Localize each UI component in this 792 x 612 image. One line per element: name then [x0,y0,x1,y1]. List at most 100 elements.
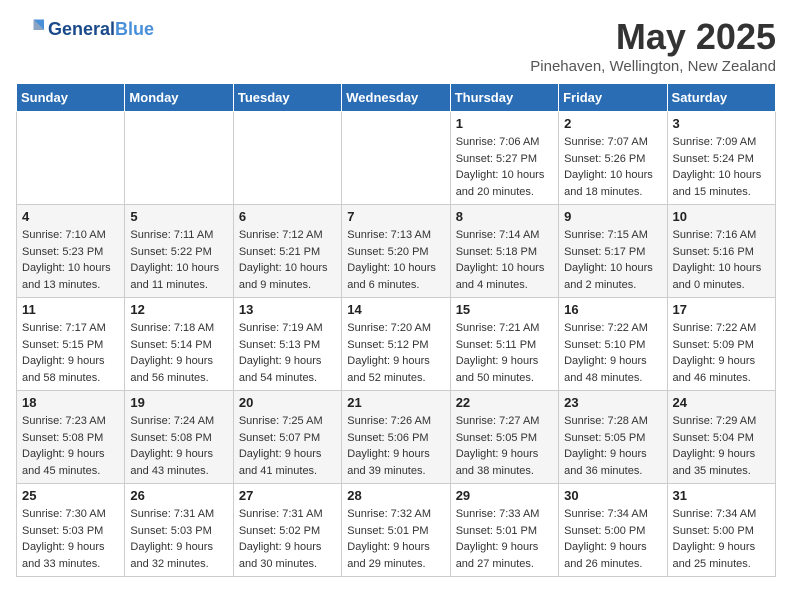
day-number: 7 [347,209,444,224]
day-number: 6 [239,209,336,224]
day-info: Sunrise: 7:19 AMSunset: 5:13 PMDaylight:… [239,320,336,386]
calendar-cell: 5Sunrise: 7:11 AMSunset: 5:22 PMDaylight… [125,205,233,298]
calendar-cell: 16 Sunrise: 7:22 AMSunset: 5:10 PMDayligh… [559,298,667,391]
title-block: May 2025 Pinehaven, Wellington, New Zeal… [530,16,776,75]
day-info: Sunrise: 7:34 AMSunset: 5:00 PMDaylight:… [564,506,661,572]
calendar-cell: 18 Sunrise: 7:23 AMSunset: 5:08 PMDayligh… [17,391,125,484]
page-header: GeneralBlue May 2025 Pinehaven, Wellingt… [16,16,776,75]
day-info: Sunrise: 7:14 AMSunset: 5:18 PMDaylight:… [456,227,553,293]
calendar: SundayMondayTuesdayWednesdayThursdayFrid… [16,83,776,577]
day-info: Sunrise: 7:23 AMSunset: 5:08 PMDaylight:… [22,413,119,479]
calendar-cell: 1 Sunrise: 7:06 AMSunset: 5:27 PMDaylight… [450,112,558,205]
calendar-cell: 24 Sunrise: 7:29 AMSunset: 5:04 PMDayligh… [667,391,775,484]
day-info: Sunrise: 7:06 AMSunset: 5:27 PMDaylight:… [456,134,553,200]
weekday-header-saturday: Saturday [667,84,775,112]
day-number: 19 [130,395,227,410]
day-info: Sunrise: 7:26 AMSunset: 5:06 PMDaylight:… [347,413,444,479]
calendar-cell [342,112,450,205]
day-info: Sunrise: 7:31 AMSunset: 5:02 PMDaylight:… [239,506,336,572]
day-info: Sunrise: 7:28 AMSunset: 5:05 PMDaylight:… [564,413,661,479]
weekday-header-thursday: Thursday [450,84,558,112]
day-number: 20 [239,395,336,410]
day-number: 16 [564,302,661,317]
calendar-cell: 10 Sunrise: 7:16 AMSunset: 5:16 PMDayligh… [667,205,775,298]
logo-text: GeneralBlue [48,20,154,40]
day-number: 28 [347,488,444,503]
day-info: Sunrise: 7:29 AMSunset: 5:04 PMDaylight:… [673,413,770,479]
calendar-cell: 7 Sunrise: 7:13 AMSunset: 5:20 PMDaylight… [342,205,450,298]
day-info: Sunrise: 7:16 AMSunset: 5:16 PMDaylight:… [673,227,770,293]
day-info: Sunrise: 7:17 AMSunset: 5:15 PMDaylight:… [22,320,119,386]
day-number: 21 [347,395,444,410]
calendar-cell: 20 Sunrise: 7:25 AMSunset: 5:07 PMDayligh… [233,391,341,484]
day-info: Sunrise: 7:31 AMSunset: 5:03 PMDaylight:… [130,506,227,572]
day-number: 13 [239,302,336,317]
day-info: Sunrise: 7:22 AMSunset: 5:10 PMDaylight:… [564,320,661,386]
calendar-cell: 12 Sunrise: 7:18 AMSunset: 5:14 PMDayligh… [125,298,233,391]
calendar-cell: 13 Sunrise: 7:19 AMSunset: 5:13 PMDayligh… [233,298,341,391]
day-number: 9 [564,209,661,224]
calendar-cell [125,112,233,205]
calendar-cell: 30 Sunrise: 7:34 AMSunset: 5:00 PMDayligh… [559,484,667,577]
weekday-header-wednesday: Wednesday [342,84,450,112]
day-number: 24 [673,395,770,410]
day-info: Sunrise: 7:18 AMSunset: 5:14 PMDaylight:… [130,320,227,386]
calendar-cell: 23 Sunrise: 7:28 AMSunset: 5:05 PMDayligh… [559,391,667,484]
day-info: Sunrise: 7:09 AMSunset: 5:24 PMDaylight:… [673,134,770,200]
weekday-header-friday: Friday [559,84,667,112]
day-number: 29 [456,488,553,503]
day-info: Sunrise: 7:32 AMSunset: 5:01 PMDaylight:… [347,506,444,572]
calendar-cell: 11 Sunrise: 7:17 AMSunset: 5:15 PMDayligh… [17,298,125,391]
calendar-cell: 14 Sunrise: 7:20 AMSunset: 5:12 PMDayligh… [342,298,450,391]
day-number: 10 [673,209,770,224]
day-number: 18 [22,395,119,410]
day-number: 30 [564,488,661,503]
day-number: 22 [456,395,553,410]
calendar-cell: 19Sunrise: 7:24 AMSunset: 5:08 PMDayligh… [125,391,233,484]
weekday-header-tuesday: Tuesday [233,84,341,112]
calendar-cell: 28 Sunrise: 7:32 AMSunset: 5:01 PMDayligh… [342,484,450,577]
calendar-cell: 26 Sunrise: 7:31 AMSunset: 5:03 PMDayligh… [125,484,233,577]
calendar-cell: 4 Sunrise: 7:10 AMSunset: 5:23 PMDaylight… [17,205,125,298]
day-number: 12 [130,302,227,317]
calendar-cell: 3Sunrise: 7:09 AMSunset: 5:24 PMDaylight… [667,112,775,205]
day-info: Sunrise: 7:33 AMSunset: 5:01 PMDaylight:… [456,506,553,572]
day-number: 11 [22,302,119,317]
day-number: 1 [456,116,553,131]
calendar-cell: 22Sunrise: 7:27 AMSunset: 5:05 PMDayligh… [450,391,558,484]
day-info: Sunrise: 7:34 AMSunset: 5:00 PMDaylight:… [673,506,770,572]
day-number: 4 [22,209,119,224]
day-number: 25 [22,488,119,503]
day-info: Sunrise: 7:11 AMSunset: 5:22 PMDaylight:… [130,227,227,293]
day-info: Sunrise: 7:13 AMSunset: 5:20 PMDaylight:… [347,227,444,293]
calendar-cell: 15Sunrise: 7:21 AMSunset: 5:11 PMDayligh… [450,298,558,391]
day-info: Sunrise: 7:22 AMSunset: 5:09 PMDaylight:… [673,320,770,386]
calendar-cell: 25Sunrise: 7:30 AMSunset: 5:03 PMDayligh… [17,484,125,577]
day-info: Sunrise: 7:15 AMSunset: 5:17 PMDaylight:… [564,227,661,293]
day-number: 23 [564,395,661,410]
calendar-cell [233,112,341,205]
logo: GeneralBlue [16,16,154,44]
day-info: Sunrise: 7:20 AMSunset: 5:12 PMDaylight:… [347,320,444,386]
day-number: 27 [239,488,336,503]
calendar-cell: 8Sunrise: 7:14 AMSunset: 5:18 PMDaylight… [450,205,558,298]
calendar-cell [17,112,125,205]
day-info: Sunrise: 7:10 AMSunset: 5:23 PMDaylight:… [22,227,119,293]
weekday-header-sunday: Sunday [17,84,125,112]
location: Pinehaven, Wellington, New Zealand [530,58,776,75]
day-info: Sunrise: 7:07 AMSunset: 5:26 PMDaylight:… [564,134,661,200]
month-title: May 2025 [530,16,776,58]
day-info: Sunrise: 7:25 AMSunset: 5:07 PMDaylight:… [239,413,336,479]
calendar-cell: 29 Sunrise: 7:33 AMSunset: 5:01 PMDayligh… [450,484,558,577]
logo-icon [16,16,44,44]
day-number: 2 [564,116,661,131]
calendar-cell: 2 Sunrise: 7:07 AMSunset: 5:26 PMDaylight… [559,112,667,205]
day-info: Sunrise: 7:21 AMSunset: 5:11 PMDaylight:… [456,320,553,386]
day-number: 26 [130,488,227,503]
calendar-cell: 27 Sunrise: 7:31 AMSunset: 5:02 PMDayligh… [233,484,341,577]
day-number: 31 [673,488,770,503]
day-number: 14 [347,302,444,317]
day-info: Sunrise: 7:12 AMSunset: 5:21 PMDaylight:… [239,227,336,293]
calendar-cell: 6 Sunrise: 7:12 AMSunset: 5:21 PMDaylight… [233,205,341,298]
calendar-cell: 21 Sunrise: 7:26 AMSunset: 5:06 PMDayligh… [342,391,450,484]
